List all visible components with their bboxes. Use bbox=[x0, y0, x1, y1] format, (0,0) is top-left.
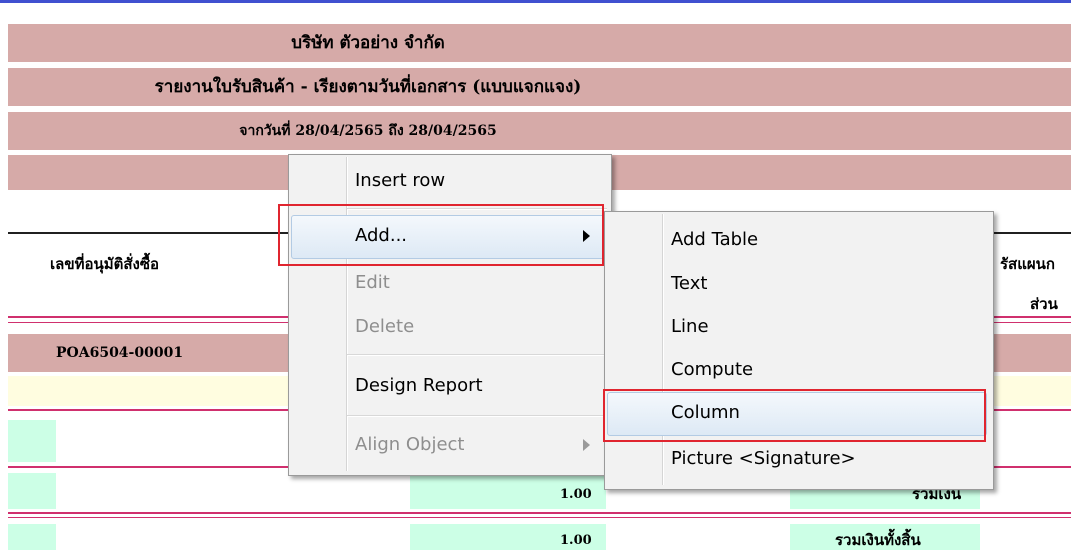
date-range: จากวันที่ 28/04/2565 ถึง 28/04/2565 bbox=[239, 123, 497, 139]
row-rule-3 bbox=[8, 512, 1071, 514]
total-amount-2: 1.00 bbox=[560, 533, 592, 548]
header-col-department: รัสแผนก bbox=[1000, 255, 1056, 273]
submenu-arrow-icon bbox=[583, 439, 590, 451]
menu-separator-light bbox=[347, 416, 607, 417]
menu-item-design-report[interactable]: Design Report bbox=[289, 366, 609, 406]
menu-item-align-object[interactable]: Align Object bbox=[289, 425, 609, 465]
highlight-box-add bbox=[278, 204, 604, 266]
green-cell-left-3 bbox=[8, 524, 56, 550]
submenu-item-label: Line bbox=[671, 316, 709, 337]
submenu-item-text[interactable]: Text bbox=[605, 264, 991, 304]
submenu-item-label: Compute bbox=[671, 359, 754, 380]
row-rule-3b bbox=[8, 517, 1071, 518]
submenu-item-label: Add Table bbox=[671, 229, 759, 250]
highlight-box-column bbox=[603, 389, 986, 442]
top-border bbox=[0, 0, 1071, 3]
menu-separator-light bbox=[347, 355, 607, 356]
company-name: บริษัท ตัวอย่าง จำกัด bbox=[291, 33, 445, 53]
menu-item-insert-row[interactable]: Insert row bbox=[289, 161, 609, 201]
add-submenu: Add Table Text Line Compute Column Pictu… bbox=[604, 211, 994, 490]
total-amount-1: 1.00 bbox=[560, 487, 592, 502]
submenu-item-label: Text bbox=[671, 273, 708, 294]
menu-item-label: Design Report bbox=[355, 375, 483, 396]
menu-item-edit[interactable]: Edit bbox=[289, 263, 609, 303]
menu-item-label: Delete bbox=[355, 316, 415, 337]
green-cell-left-2 bbox=[8, 473, 56, 509]
submenu-item-compute[interactable]: Compute bbox=[605, 350, 991, 390]
doc-number: POA6504-00001 bbox=[56, 345, 184, 361]
menu-item-label: Edit bbox=[355, 272, 390, 293]
header-col-po-number: เลขที่อนุมัติสั่งซื้อ bbox=[50, 255, 160, 273]
menu-item-delete[interactable]: Delete bbox=[289, 307, 609, 347]
submenu-item-label: Picture <Signature> bbox=[671, 448, 856, 469]
green-cell-left-1 bbox=[8, 420, 56, 462]
context-menu: Insert row Add... Edit Delete Design Rep… bbox=[288, 154, 612, 476]
total-label-2: รวมเงินทั้งสิ้น bbox=[835, 531, 921, 549]
submenu-item-picture-signature[interactable]: Picture <Signature> bbox=[605, 439, 991, 479]
submenu-item-add-table[interactable]: Add Table bbox=[605, 220, 991, 260]
menu-item-label: Insert row bbox=[355, 170, 446, 191]
header-col-section: ส่วน bbox=[1030, 295, 1058, 313]
menu-item-label: Align Object bbox=[355, 434, 465, 455]
submenu-item-line[interactable]: Line bbox=[605, 307, 991, 347]
report-title: รายงานใบรับสินค้า - เรียงตามวันที่เอกสาร… bbox=[154, 77, 582, 97]
